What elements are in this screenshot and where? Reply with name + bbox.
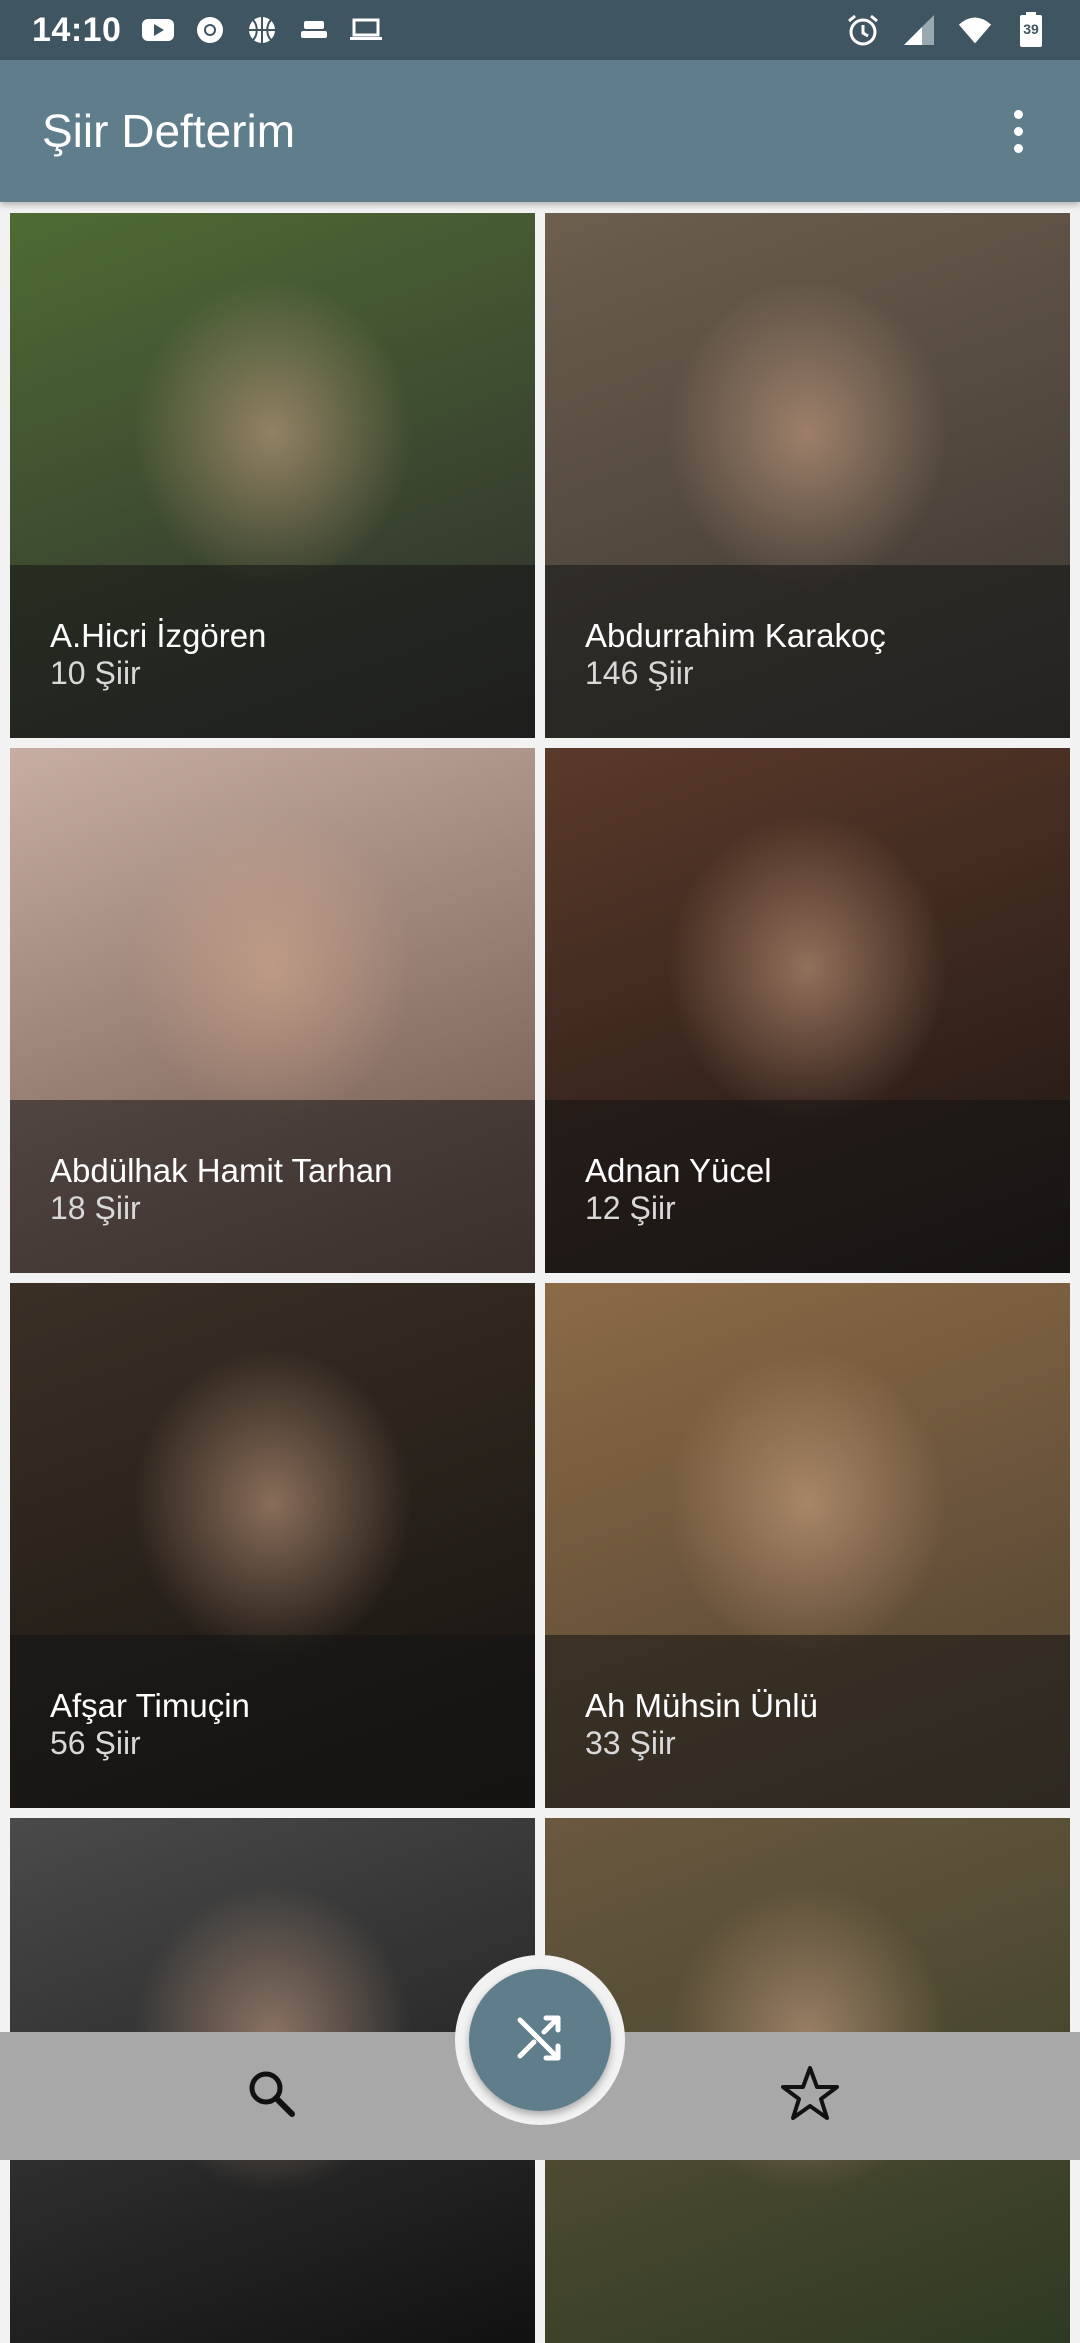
poem-count: 18 Şiir xyxy=(50,1190,141,1226)
chrome-icon xyxy=(193,13,227,47)
youtube-icon xyxy=(141,13,175,47)
poem-count: 10 Şiir xyxy=(50,655,141,691)
poet-name: Ah Mühsin Ünlü xyxy=(585,1687,818,1724)
poet-caption: Abdurrahim Karakoç 146 Şiir xyxy=(545,565,1070,738)
app-title: Şiir Defterim xyxy=(42,105,296,157)
basketball-icon xyxy=(245,13,279,47)
more-vert-icon[interactable] xyxy=(998,101,1038,161)
cast-icon xyxy=(297,13,331,47)
poet-caption: Adnan Yücel 12 Şiir xyxy=(545,1100,1070,1273)
system-icons: 39 xyxy=(846,12,1048,47)
signal-icon xyxy=(902,13,936,47)
poet-card[interactable]: A.Hicri İzgören 10 Şiir xyxy=(10,213,535,738)
poet-caption: A.Hicri İzgören 10 Şiir xyxy=(10,565,535,738)
wifi-icon xyxy=(958,13,992,47)
poem-count: 56 Şiir xyxy=(50,1725,141,1761)
poet-name: Abdurrahim Karakoç xyxy=(585,617,886,654)
poet-name: Abdülhak Hamit Tarhan xyxy=(50,1152,393,1189)
poem-count: 146 Şiir xyxy=(585,655,694,691)
app-bar: Şiir Defterim xyxy=(0,60,1080,202)
shuffle-icon xyxy=(512,2010,568,2071)
battery-icon: 39 xyxy=(1014,12,1048,47)
poet-name: Afşar Timuçin xyxy=(50,1687,250,1724)
notification-icons xyxy=(141,13,383,47)
poet-caption: Ah Mühsin Ünlü 33 Şiir xyxy=(545,1635,1070,1808)
shuffle-button[interactable] xyxy=(469,1969,611,2111)
laptop-icon xyxy=(349,13,383,47)
poet-card[interactable]: Afşar Timuçin 56 Şiir xyxy=(10,1283,535,1808)
poet-caption: Afşar Timuçin 56 Şiir xyxy=(10,1635,535,1808)
poet-name: A.Hicri İzgören xyxy=(50,617,267,654)
poet-name: Adnan Yücel xyxy=(585,1152,772,1189)
poet-card[interactable]: Adnan Yücel 12 Şiir xyxy=(545,748,1070,1273)
star-icon[interactable] xyxy=(776,2060,844,2128)
alarm-icon xyxy=(846,13,880,47)
poet-caption: Abdülhak Hamit Tarhan 18 Şiir xyxy=(10,1100,535,1273)
status-time: 14:10 xyxy=(32,10,122,49)
poem-count: 12 Şiir xyxy=(585,1190,676,1226)
search-icon[interactable] xyxy=(240,2062,304,2126)
poem-count: 33 Şiir xyxy=(585,1725,676,1761)
poet-card[interactable]: Abdurrahim Karakoç 146 Şiir xyxy=(545,213,1070,738)
battery-level: 39 xyxy=(1023,21,1039,37)
status-bar: 14:10 39 xyxy=(0,0,1080,60)
poet-card[interactable]: Abdülhak Hamit Tarhan 18 Şiir xyxy=(10,748,535,1273)
poet-card[interactable]: Ah Mühsin Ünlü 33 Şiir xyxy=(545,1283,1070,1808)
